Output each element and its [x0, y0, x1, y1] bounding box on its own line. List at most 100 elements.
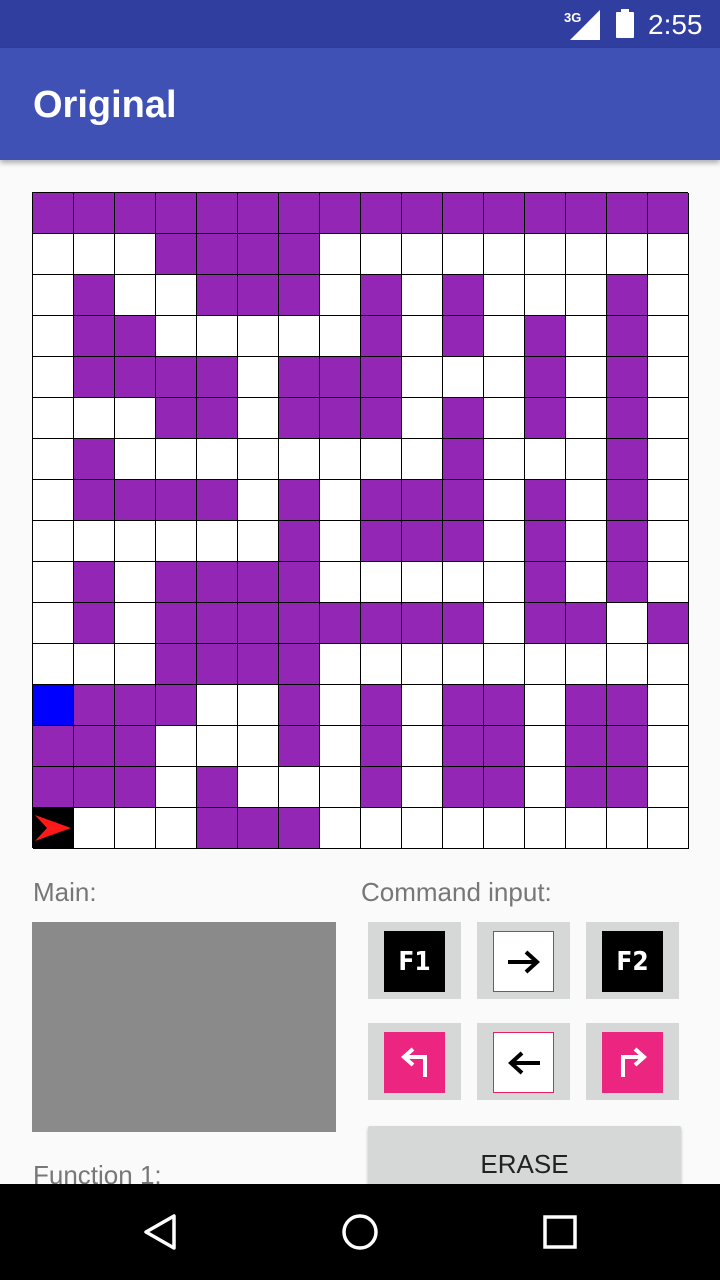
grid-cell	[402, 644, 443, 685]
f2-button[interactable]: F2	[586, 922, 679, 999]
grid-cell	[33, 398, 74, 439]
grid-cell	[607, 275, 648, 316]
grid-cell	[279, 357, 320, 398]
arrow-right-icon	[507, 950, 540, 973]
home-icon[interactable]	[340, 1212, 380, 1252]
grid-cell	[279, 398, 320, 439]
grid-cell	[197, 439, 238, 480]
grid-cell	[566, 562, 607, 603]
grid-cell	[484, 685, 525, 726]
grid-cell	[115, 398, 156, 439]
grid-cell	[566, 316, 607, 357]
grid-cell	[402, 808, 443, 849]
grid-cell	[402, 234, 443, 275]
grid-cell	[74, 644, 115, 685]
grid-cell	[402, 521, 443, 562]
grid-cell	[484, 316, 525, 357]
grid-cell	[443, 193, 484, 234]
grid-cell	[402, 316, 443, 357]
grid-cell	[361, 439, 402, 480]
f1-button[interactable]: F1	[368, 922, 461, 999]
grid-cell	[279, 316, 320, 357]
back-icon[interactable]	[140, 1212, 180, 1252]
grid-cell	[33, 439, 74, 480]
grid-cell	[566, 808, 607, 849]
grid-cell	[402, 603, 443, 644]
grid-cell	[197, 685, 238, 726]
grid-cell	[197, 726, 238, 767]
grid-cell	[115, 521, 156, 562]
grid-cell	[566, 767, 607, 808]
back-move-button[interactable]	[477, 1023, 570, 1100]
grid-cell	[238, 439, 279, 480]
grid-cell	[115, 234, 156, 275]
app-title: Original	[33, 84, 177, 126]
grid-cell	[238, 726, 279, 767]
battery-icon	[616, 9, 634, 38]
grid-cell	[74, 398, 115, 439]
grid-cell	[566, 603, 607, 644]
grid-cell	[443, 316, 484, 357]
app-bar: Original	[0, 48, 720, 160]
grid-cell	[115, 685, 156, 726]
grid-cell	[74, 480, 115, 521]
grid-cell	[525, 644, 566, 685]
grid-cell	[648, 316, 689, 357]
grid-cell	[279, 767, 320, 808]
grid-cell	[443, 439, 484, 480]
grid-cell	[320, 521, 361, 562]
grid-cell	[33, 603, 74, 644]
grid-cell	[320, 767, 361, 808]
grid-cell	[156, 644, 197, 685]
recents-icon[interactable]	[542, 1214, 578, 1250]
grid-cell	[238, 193, 279, 234]
turn-left-button[interactable]	[368, 1023, 461, 1100]
grid-cell	[197, 808, 238, 849]
grid-cell	[607, 767, 648, 808]
grid-cell	[74, 562, 115, 603]
grid-cell	[115, 357, 156, 398]
grid-cell	[361, 357, 402, 398]
grid-cell	[361, 603, 402, 644]
grid-cell	[361, 808, 402, 849]
grid-cell	[361, 234, 402, 275]
grid-cell	[197, 480, 238, 521]
grid-cell	[648, 521, 689, 562]
grid-cell	[443, 275, 484, 316]
clock: 2:55	[648, 9, 703, 40]
forward-button[interactable]	[477, 922, 570, 999]
grid-cell	[197, 316, 238, 357]
grid-cell	[156, 767, 197, 808]
grid-cell	[197, 603, 238, 644]
grid-cell	[33, 562, 74, 603]
grid-cell	[607, 521, 648, 562]
grid-cell	[361, 767, 402, 808]
grid-cell	[74, 193, 115, 234]
grid-cell	[279, 234, 320, 275]
grid-cell	[238, 234, 279, 275]
main-program-area[interactable]	[32, 922, 336, 1132]
grid-cell	[648, 193, 689, 234]
grid-cell	[484, 644, 525, 685]
grid-cell	[115, 439, 156, 480]
grid-cell	[320, 808, 361, 849]
grid-cell	[525, 480, 566, 521]
grid-cell	[402, 357, 443, 398]
grid-cell	[566, 521, 607, 562]
turn-right-button[interactable]	[586, 1023, 679, 1100]
grid-cell	[525, 767, 566, 808]
grid-cell	[74, 603, 115, 644]
grid-cell	[115, 726, 156, 767]
grid-cell	[156, 316, 197, 357]
grid-cell	[156, 439, 197, 480]
main-label: Main:	[33, 877, 97, 907]
grid-cell	[566, 234, 607, 275]
grid-cell	[320, 644, 361, 685]
grid-cell	[279, 439, 320, 480]
grid-cell	[74, 234, 115, 275]
grid-cell	[115, 562, 156, 603]
grid-cell	[156, 357, 197, 398]
grid-cell	[320, 316, 361, 357]
grid-cell	[361, 193, 402, 234]
grid-cell	[566, 439, 607, 480]
